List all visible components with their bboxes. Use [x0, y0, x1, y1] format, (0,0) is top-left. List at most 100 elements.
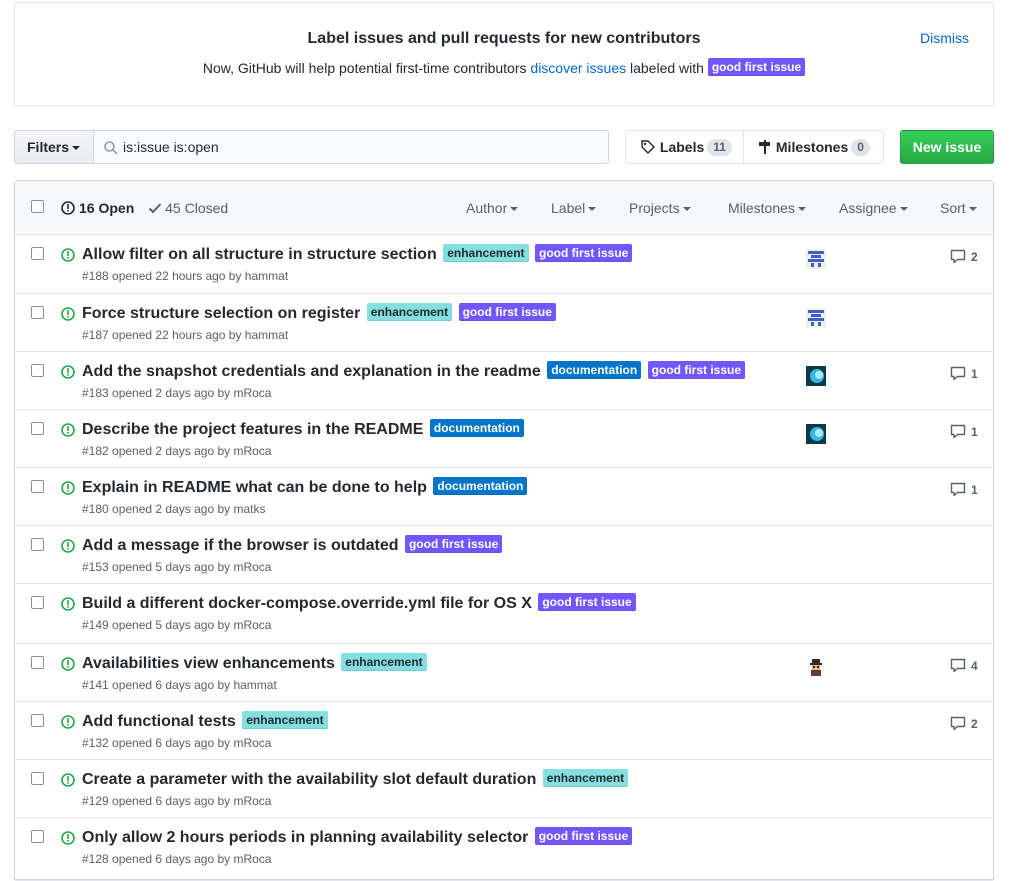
issue-title-link[interactable]: Availabilities view enhancements	[82, 655, 335, 672]
issue-label-enhancement[interactable]: enhancement	[242, 711, 328, 729]
issue-title-link[interactable]: Force structure selection on register	[82, 305, 360, 322]
milestone-icon	[759, 140, 770, 154]
comments-link[interactable]: 2	[950, 715, 978, 731]
issue-label-documentation[interactable]: documentation	[547, 361, 642, 379]
issue-checkbox[interactable]	[31, 596, 44, 609]
issue-checkbox[interactable]	[31, 772, 44, 785]
issue-row[interactable]: Add functional tests enhancement #132 op…	[15, 702, 993, 760]
issue-row[interactable]: Only allow 2 hours periods in planning a…	[15, 818, 993, 881]
issue-label-documentation[interactable]: documentation	[429, 419, 524, 437]
labels-count: 11	[707, 139, 732, 156]
comment-count: 1	[971, 425, 978, 439]
dismiss-button[interactable]: Dismiss	[920, 30, 969, 46]
issue-opened-icon	[61, 248, 75, 262]
milestones-button[interactable]: Milestones 0	[758, 131, 870, 163]
issue-title-link[interactable]: Build a different docker-compose.overrid…	[82, 595, 532, 612]
comment-icon	[950, 249, 966, 264]
issue-row[interactable]: Explain in README what can be done to he…	[15, 468, 993, 526]
issue-label-good-first-issue[interactable]: good first issue	[538, 593, 636, 611]
issue-row[interactable]: Allow filter on all structure in structu…	[15, 235, 993, 294]
issue-title-line: Describe the project features in the REA…	[82, 419, 524, 441]
search-input[interactable]	[123, 131, 603, 163]
projects-filter[interactable]: Projects	[629, 199, 691, 217]
closed-issues-toggle[interactable]: 45 Closed	[148, 200, 228, 216]
issue-title-link[interactable]: Only allow 2 hours periods in planning a…	[82, 829, 528, 846]
assignee-avatar[interactable]	[806, 308, 826, 328]
author-filter[interactable]: Author	[466, 199, 519, 217]
issue-row[interactable]: Force structure selection on register en…	[15, 294, 993, 352]
milestones-count: 0	[851, 139, 870, 156]
comment-count: 2	[971, 250, 978, 264]
comments-link[interactable]: 1	[950, 481, 978, 497]
author-filter-label: Author	[466, 200, 508, 216]
issue-checkbox[interactable]	[31, 714, 44, 727]
issue-opened-icon	[61, 597, 75, 611]
assignee-filter[interactable]: Assignee	[839, 199, 908, 217]
assignee-avatar[interactable]	[806, 249, 826, 269]
open-issues-toggle[interactable]: 16 Open	[60, 200, 138, 216]
issue-label-documentation[interactable]: documentation	[433, 477, 528, 495]
issue-row[interactable]: Add the snapshot credentials and explana…	[15, 352, 993, 410]
issue-checkbox[interactable]	[31, 247, 44, 260]
issue-label-good-first-issue[interactable]: good first issue	[534, 827, 633, 845]
labels-milestones-group: Labels 11 Milestones 0	[625, 130, 884, 164]
banner-desc-prefix: Now, GitHub will help potential first-ti…	[202, 60, 527, 76]
issue-label-enhancement[interactable]: enhancement	[443, 244, 529, 262]
issue-search[interactable]	[93, 130, 609, 164]
issue-title-link[interactable]: Explain in README what can be done to he…	[82, 479, 427, 496]
issue-title-line: Add a message if the browser is outdated…	[82, 535, 503, 557]
issue-label-good-first-issue[interactable]: good first issue	[535, 244, 633, 262]
issue-title-link[interactable]: Add a message if the browser is outdated	[82, 537, 399, 554]
filters-dropdown[interactable]: Filters	[14, 130, 94, 164]
issue-title-link[interactable]: Allow filter on all structure in structu…	[82, 246, 437, 263]
issue-title-link[interactable]: Create a parameter with the availability…	[82, 771, 536, 788]
sort-dropdown[interactable]: Sort	[940, 199, 977, 217]
issue-checkbox[interactable]	[31, 656, 44, 669]
issue-label-enhancement[interactable]: enhancement	[366, 303, 453, 321]
issue-row[interactable]: Create a parameter with the availability…	[15, 760, 993, 818]
banner-description: Now, GitHub will help potential first-ti…	[15, 58, 993, 76]
issue-label-good-first-issue[interactable]: good first issue	[458, 303, 556, 321]
label-filter[interactable]: Label	[551, 199, 597, 217]
comments-link[interactable]: 1	[950, 423, 978, 439]
comments-link[interactable]: 4	[950, 657, 978, 673]
new-contributors-banner: Label issues and pull requests for new c…	[14, 2, 994, 106]
issue-title-link[interactable]: Describe the project features in the REA…	[82, 421, 423, 438]
caret-down-icon	[72, 146, 81, 151]
issue-row[interactable]: Build a different docker-compose.overrid…	[15, 584, 993, 644]
issue-meta: #188 opened 22 hours ago by hammat	[82, 269, 289, 283]
issue-meta: #183 opened 2 days ago by mRoca	[82, 386, 272, 400]
issue-row[interactable]: Availabilities view enhancements enhance…	[15, 644, 993, 702]
assignee-avatar[interactable]	[806, 366, 826, 386]
new-issue-button[interactable]: New issue	[900, 130, 994, 164]
issue-row[interactable]: Add a message if the browser is outdated…	[15, 526, 993, 584]
good-first-issue-label[interactable]: good first issue	[707, 58, 806, 76]
issues-list: 16 Open 45 Closed Author Label Projects Mil…	[14, 180, 994, 881]
issue-checkbox[interactable]	[31, 306, 44, 319]
labels-button[interactable]: Labels 11	[640, 131, 732, 163]
issue-label-enhancement[interactable]: enhancement	[542, 769, 629, 787]
issue-label-good-first-issue[interactable]: good first issue	[647, 361, 746, 379]
issue-label-enhancement[interactable]: enhancement	[341, 653, 427, 671]
issue-opened-icon	[61, 365, 75, 379]
select-all-checkbox[interactable]	[31, 200, 44, 213]
assignee-avatar[interactable]	[806, 658, 826, 678]
issue-opened-icon	[61, 831, 75, 845]
comments-link[interactable]: 1	[950, 365, 978, 381]
issue-checkbox[interactable]	[31, 538, 44, 551]
issue-checkbox[interactable]	[31, 480, 44, 493]
issue-checkbox[interactable]	[31, 364, 44, 377]
issue-checkbox[interactable]	[31, 422, 44, 435]
issue-opened-icon	[61, 715, 75, 729]
milestones-filter[interactable]: Milestones	[728, 199, 806, 217]
issue-label-good-first-issue[interactable]: good first issue	[404, 535, 503, 553]
assignee-avatar[interactable]	[806, 424, 826, 444]
issue-checkbox[interactable]	[31, 830, 44, 843]
issue-title-line: Build a different docker-compose.overrid…	[82, 593, 636, 615]
discover-issues-link[interactable]: discover issues	[530, 60, 626, 76]
issue-title-link[interactable]: Add the snapshot credentials and explana…	[82, 363, 541, 380]
comments-link[interactable]: 2	[950, 248, 978, 264]
projects-filter-label: Projects	[629, 200, 680, 216]
issue-row[interactable]: Describe the project features in the REA…	[15, 410, 993, 468]
issue-title-link[interactable]: Add functional tests	[82, 713, 236, 730]
